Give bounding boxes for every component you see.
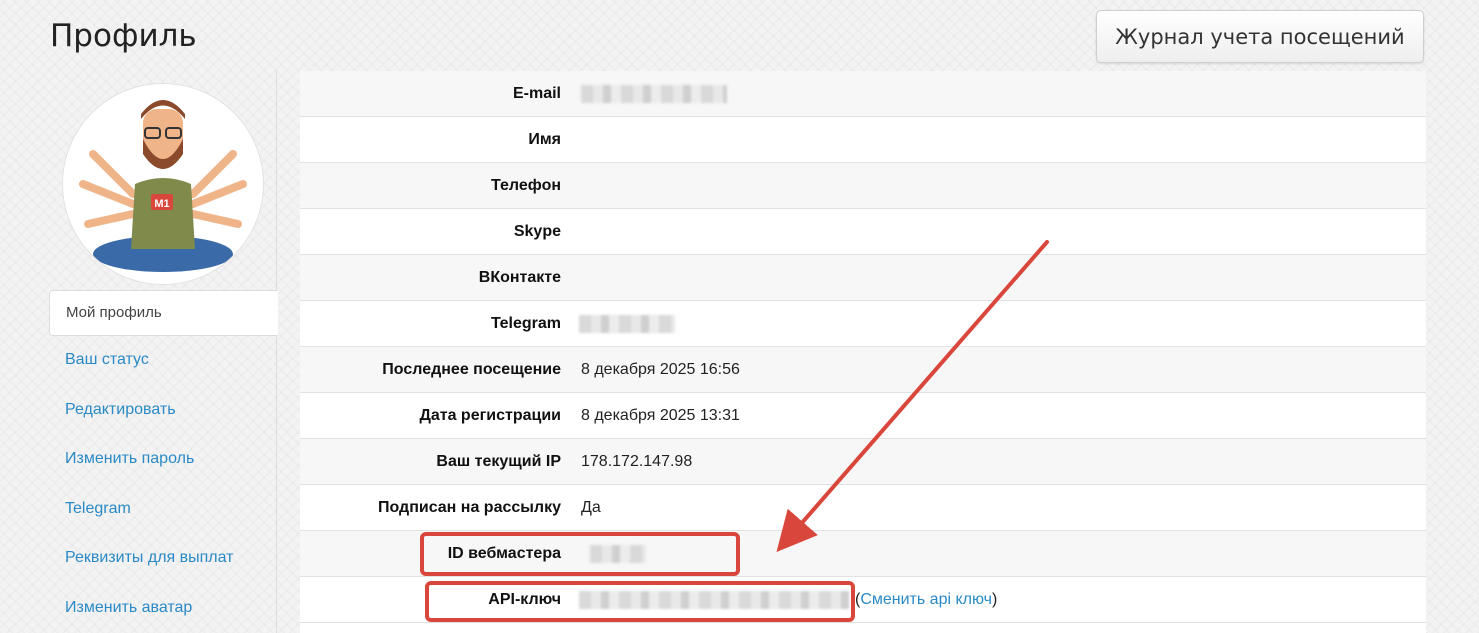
row-value: Да [581, 499, 601, 516]
sidebar-item-edit[interactable]: Редактировать [65, 401, 176, 419]
paren-close: ) [991, 591, 998, 608]
row-registration-date: Дата регистрации 8 декабря 2025 13:31 [300, 393, 1426, 439]
row-value: 178.172.147.98 [581, 453, 693, 470]
row-label: Телефон [491, 177, 561, 194]
row-last-visit: Последнее посещение 8 декабря 2025 16:56 [300, 347, 1426, 393]
sidebar-item-telegram[interactable]: Telegram [65, 500, 131, 518]
row-label: Skype [513, 223, 561, 240]
sidebar-item-my-profile[interactable]: Мой профиль [49, 290, 278, 336]
row-label: E-mail [512, 85, 561, 102]
row-newsletter: Подписан на рассылку Да [300, 485, 1426, 531]
row-label: ВКонтакте [478, 269, 561, 286]
row-label: Имя [528, 131, 561, 148]
visit-log-button[interactable]: Журнал учета посещений [1096, 10, 1424, 63]
sidebar-item-change-password[interactable]: Изменить пароль [65, 450, 194, 468]
row-name: Имя [300, 117, 1426, 163]
row-label: Последнее посещение [382, 361, 561, 378]
sidebar-item-change-avatar[interactable]: Изменить аватар [65, 599, 192, 617]
row-label: Дата регистрации [419, 407, 561, 424]
row-label: Подписан на рассылку [377, 499, 561, 516]
avatar-illustration: M1 [63, 84, 263, 284]
page-title: Профиль [50, 18, 197, 54]
webmaster-id-highlight [420, 532, 740, 576]
redacted-value [579, 315, 675, 333]
avatar: M1 [62, 83, 264, 285]
change-api-key-link[interactable]: Сменить api ключ [860, 591, 992, 608]
row-skype: Skype [300, 209, 1426, 255]
row-value: 8 декабря 2025 16:56 [581, 361, 740, 378]
api-change-wrapper: (Сменить api ключ) [855, 577, 997, 623]
row-value: 8 декабря 2025 13:31 [581, 407, 740, 424]
row-telegram: Telegram [300, 301, 1426, 347]
row-email: E-mail [300, 71, 1426, 117]
sidebar-item-payout-details[interactable]: Реквизиты для выплат [65, 549, 234, 567]
api-key-highlight [425, 581, 855, 622]
avatar-badge: M1 [154, 198, 169, 210]
row-label: Ваш текущий IP [436, 453, 561, 470]
sidebar: M1 Мой профиль Ваш статус Редактировать … [0, 70, 278, 633]
row-label: Telegram [491, 315, 561, 332]
row-current-ip: Ваш текущий IP 178.172.147.98 [300, 439, 1426, 485]
sidebar-item-status[interactable]: Ваш статус [65, 351, 149, 369]
redacted-value [581, 85, 727, 103]
row-vkontakte: ВКонтакте [300, 255, 1426, 301]
row-phone: Телефон [300, 163, 1426, 209]
